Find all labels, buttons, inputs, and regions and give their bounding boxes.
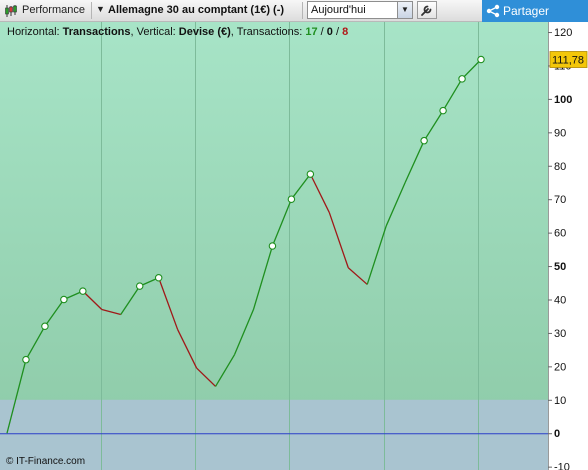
share-button-label: Partager (503, 4, 550, 18)
data-point (439, 106, 447, 115)
y-axis-tick-label: -10 (554, 462, 570, 470)
chart-info-line: Horizontal: Transactions, Vertical: Devi… (7, 26, 348, 38)
chevron-down-icon[interactable]: ▼ (397, 2, 412, 18)
instrument-selector[interactable]: Allemagne 30 au comptant (1€) (-) (108, 4, 284, 16)
candlestick-chart-icon (5, 5, 17, 17)
info-vertical-prefix: , Vertical: (131, 26, 179, 38)
y-axis-tick-label: 20 (554, 361, 566, 373)
toolbar-separator (91, 2, 92, 19)
y-axis-tick-label: 70 (554, 194, 566, 206)
y-axis-tick-label: 10 (554, 395, 566, 407)
period-select-value: Aujourd'hui (311, 4, 366, 16)
y-axis-tick-label: 0 (554, 428, 560, 440)
equity-chart: 1201101009080706050403020100-10 111,78 H… (0, 22, 588, 470)
y-axis-tick-label: 40 (554, 294, 566, 306)
y-axis-tick-label: 100 (554, 94, 572, 106)
y-axis-tick-label: 60 (554, 228, 566, 240)
last-value-badge: 111,78 (549, 51, 588, 68)
data-point (458, 75, 466, 83)
info-tx-sep: / (318, 26, 327, 38)
data-point (420, 136, 428, 145)
data-point (477, 55, 485, 64)
triangle-down-icon[interactable]: ▼ (96, 4, 105, 14)
data-point (41, 322, 49, 330)
data-point (268, 242, 277, 250)
data-point (154, 274, 163, 282)
settings-button[interactable] (417, 1, 437, 19)
y-axis-tick-label: 50 (554, 261, 566, 273)
share-button[interactable]: Partager (482, 0, 588, 22)
credit-text: © IT-Finance.com (6, 456, 85, 467)
toolbar: Performance ▼ Allemagne 30 au comptant (… (0, 0, 588, 22)
data-point (79, 287, 87, 295)
wrench-icon (421, 5, 432, 16)
info-horizontal-prefix: Horizontal: (7, 26, 63, 38)
data-point (306, 170, 315, 178)
info-tx-loss: 8 (342, 26, 348, 38)
toolbar-separator (302, 2, 303, 19)
info-vertical-value: Devise (€) (179, 26, 231, 38)
data-point (287, 195, 296, 203)
data-point (22, 355, 30, 364)
last-value-label: 111,78 (552, 55, 584, 67)
info-tx-win: 17 (305, 26, 317, 38)
info-horizontal-value: Transactions (63, 26, 131, 38)
y-axis-tick-label: 120 (554, 27, 572, 39)
data-point (60, 295, 68, 304)
share-icon (486, 4, 500, 18)
info-tx-sep: / (333, 26, 342, 38)
performance-button-label[interactable]: Performance (22, 4, 85, 16)
info-transactions-prefix: , Transactions: (231, 26, 306, 38)
data-point (135, 282, 144, 290)
period-select[interactable]: Aujourd'hui ▼ (307, 1, 413, 19)
y-axis: 1201101009080706050403020100-10 (548, 27, 572, 470)
y-axis-tick-label: 30 (554, 328, 566, 340)
y-axis-tick-label: 90 (554, 127, 566, 139)
y-axis-tick-label: 80 (554, 161, 566, 173)
